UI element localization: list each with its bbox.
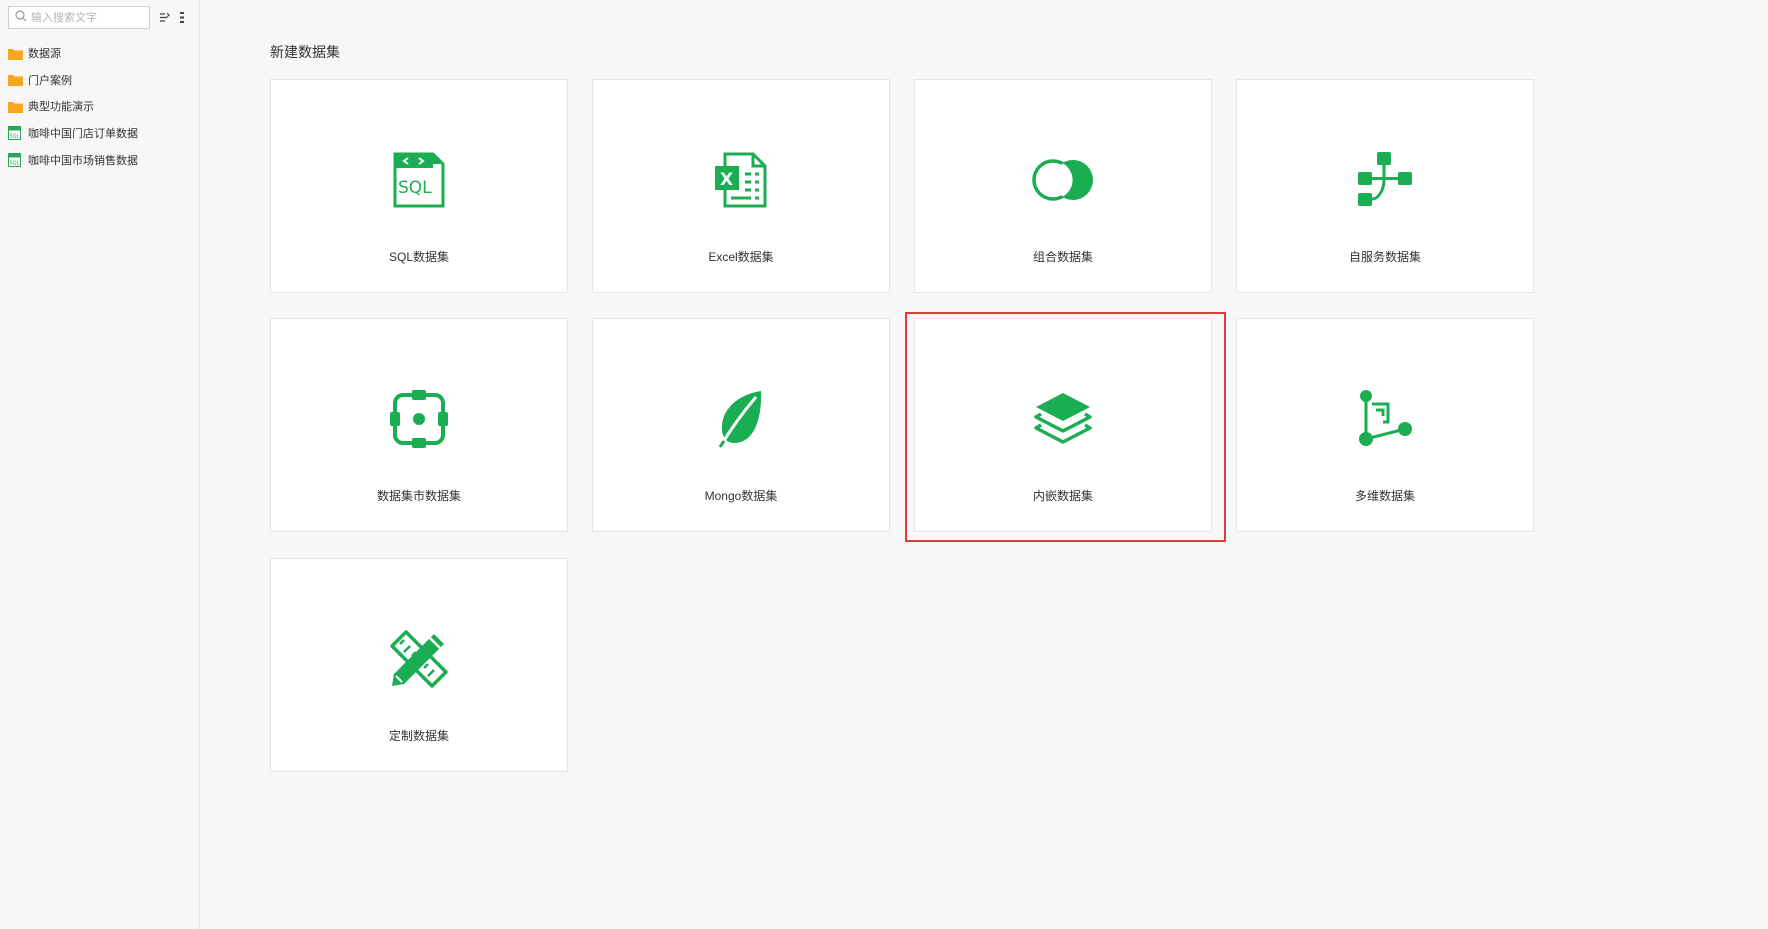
- card-label: 数据集市数据集: [376, 489, 461, 503]
- svg-text:SQL: SQL: [398, 178, 432, 198]
- card-embedded-dataset[interactable]: 内嵌数据集: [914, 318, 1212, 532]
- custom-pencil-ruler-icon: [390, 629, 448, 693]
- tree-item-label: 门户案例: [28, 74, 72, 87]
- folder-icon: [8, 73, 23, 87]
- sql-dataset-icon: SQL: [8, 126, 23, 141]
- tree-item-feature-demo[interactable]: 典型功能演示: [8, 93, 138, 120]
- card-multidimensional-dataset[interactable]: 多维数据集: [1236, 318, 1534, 532]
- tree-item-store-orders[interactable]: SQL 咖啡中国门店订单数据: [8, 120, 138, 147]
- search-icon: [15, 9, 27, 27]
- tree-item-label: 咖啡中国市场销售数据: [28, 154, 138, 167]
- tree-item-portal-cases[interactable]: 门户案例: [8, 67, 138, 94]
- self-service-icon: [1356, 151, 1414, 214]
- sql-dataset-icon: SQL: [8, 152, 23, 167]
- card-mongo-dataset[interactable]: Mongo数据集: [592, 318, 890, 532]
- card-label: Excel数据集: [708, 250, 774, 264]
- sidebar: 数据源 门户案例 典型功能演示 SQL 咖啡中国门店订单数据 SQL 咖啡中国市…: [0, 0, 200, 929]
- combine-icon: [1031, 157, 1095, 208]
- resource-tree: 数据源 门户案例 典型功能演示 SQL 咖啡中国门店订单数据 SQL 咖啡中国市…: [8, 40, 138, 173]
- page-title: 新建数据集: [270, 44, 340, 60]
- card-label: 多维数据集: [1354, 489, 1415, 503]
- tree-item-label: 咖啡中国门店订单数据: [28, 128, 138, 141]
- data-mart-icon: [389, 389, 449, 454]
- card-label: 自服务数据集: [1348, 250, 1421, 264]
- card-excel-dataset[interactable]: X Excel数据集: [592, 79, 890, 293]
- tree-item-datasource[interactable]: 数据源: [8, 40, 138, 67]
- tree-item-label: 数据源: [28, 48, 61, 61]
- card-combine-dataset[interactable]: 组合数据集: [914, 79, 1212, 293]
- card-label: SQL数据集: [388, 250, 449, 264]
- card-self-service-dataset[interactable]: 自服务数据集: [1236, 79, 1534, 293]
- card-data-mart-dataset[interactable]: 数据集市数据集: [270, 318, 568, 532]
- svg-text:SQL: SQL: [10, 134, 20, 140]
- layers-icon: [1033, 391, 1093, 452]
- more-vertical-icon[interactable]: [174, 10, 190, 26]
- search-input[interactable]: [31, 11, 141, 24]
- excel-icon: X: [713, 152, 769, 213]
- tree-collapse-icon[interactable]: [156, 10, 172, 26]
- main-panel: 新建数据集 SQL SQL数据集 X Excel数据集 组合数据集 自服务数据集…: [200, 0, 1768, 929]
- card-custom-dataset[interactable]: 定制数据集: [270, 558, 568, 772]
- mongo-leaf-icon: [716, 389, 766, 454]
- svg-text:X: X: [720, 170, 733, 190]
- search-box[interactable]: [8, 6, 150, 29]
- search-row: [8, 6, 190, 29]
- folder-icon: [8, 99, 23, 113]
- sql-icon: SQL: [393, 152, 445, 213]
- tree-item-market-sales[interactable]: SQL 咖啡中国市场销售数据: [8, 146, 138, 173]
- card-label: 组合数据集: [1032, 250, 1093, 264]
- folder-icon: [8, 46, 23, 60]
- card-sql-dataset[interactable]: SQL SQL数据集: [270, 79, 568, 293]
- tree-item-label: 典型功能演示: [28, 101, 94, 114]
- card-label: 内嵌数据集: [1032, 489, 1093, 503]
- card-label: 定制数据集: [388, 729, 449, 743]
- svg-text:SQL: SQL: [10, 160, 20, 166]
- multidimensional-icon: [1356, 389, 1414, 453]
- card-label: Mongo数据集: [704, 489, 778, 503]
